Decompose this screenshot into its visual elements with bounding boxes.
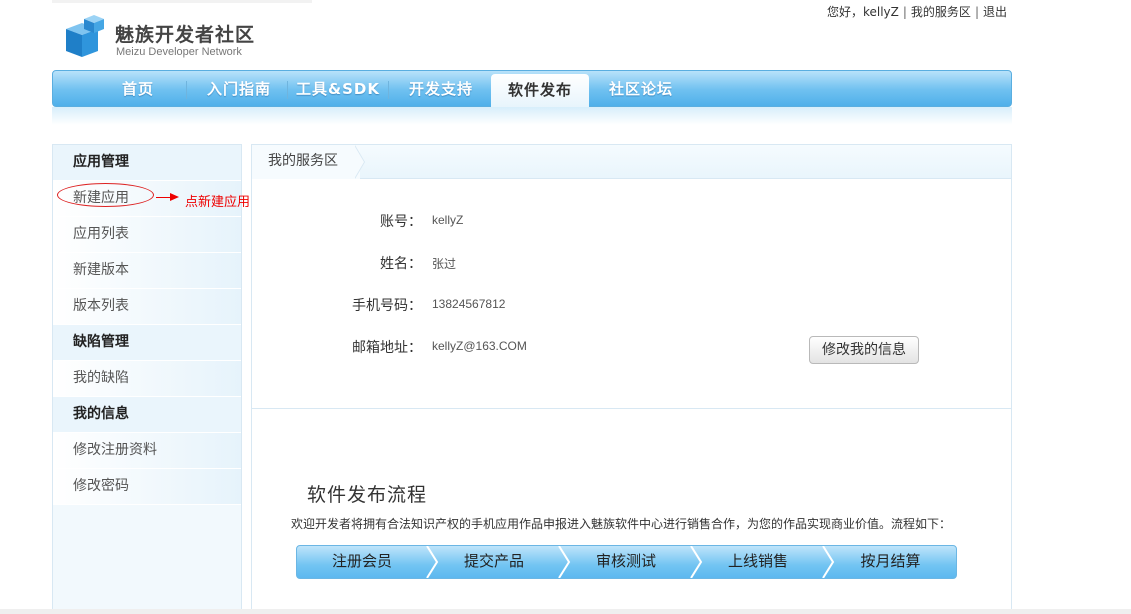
sidebar-item-version-list[interactable]: 版本列表 xyxy=(53,289,241,325)
nav-item-dev-support[interactable]: 开发支持 xyxy=(393,71,489,108)
my-service-link[interactable]: 我的服务区 xyxy=(911,5,971,19)
sidebar-heading-bug-management: 缺陷管理 xyxy=(53,325,241,361)
logo-subtitle: Meizu Developer Network xyxy=(116,46,242,58)
flow-description: 欢迎开发者将拥有合法知识产权的手机应用作品申报进入魅族软件中心进行销售合作，为您… xyxy=(291,517,952,531)
name-value: 张过 xyxy=(432,257,457,271)
annotation-text: 点新建应用 xyxy=(185,195,251,210)
logout-link[interactable]: 退出 xyxy=(983,5,1007,19)
sidebar-item-my-bugs[interactable]: 我的缺陷 xyxy=(53,361,241,397)
sidebar-heading-my-info: 我的信息 xyxy=(53,397,241,433)
account-value: kellyZ xyxy=(432,213,464,227)
email-value: kellyZ@163.COM xyxy=(432,339,527,353)
nav-item-getting-started[interactable]: 入门指南 xyxy=(193,71,285,108)
flow-title: 软件发布流程 xyxy=(307,484,428,506)
nav-item-software-release[interactable]: 软件发布 xyxy=(491,74,589,109)
sidebar-item-edit-profile[interactable]: 修改注册资料 xyxy=(53,433,241,469)
section-divider xyxy=(252,408,1011,409)
flow-step-register: 注册会员 xyxy=(331,552,392,570)
greeting-text: 您好，kellyZ xyxy=(826,5,899,19)
phone-value: 13824567812 xyxy=(432,297,506,311)
flow-step-settlement: 按月结算 xyxy=(860,552,921,570)
logo[interactable]: 魅族开发者社区 Meizu Developer Network xyxy=(52,0,312,66)
email-label: 邮箱地址： xyxy=(352,340,422,356)
meizu-cube-logo-icon xyxy=(66,15,104,57)
nav-divider xyxy=(186,81,187,99)
breadcrumb-arrow-fill xyxy=(354,145,364,179)
nav-divider xyxy=(388,81,389,99)
flow-step-submit: 提交产品 xyxy=(463,552,524,570)
sidebar-heading-app-management: 应用管理 xyxy=(53,145,241,181)
sidebar-item-new-version[interactable]: 新建版本 xyxy=(53,253,241,289)
flow-step-launch: 上线销售 xyxy=(727,552,788,570)
annotation-ellipse xyxy=(57,183,154,207)
nav-item-forum[interactable]: 社区论坛 xyxy=(595,71,687,108)
edit-my-info-button[interactable]: 修改我的信息 xyxy=(809,336,919,364)
nav-item-tools-sdk[interactable]: 工具&SDK xyxy=(291,71,385,108)
nav-shadow xyxy=(52,107,1012,125)
breadcrumb[interactable]: 我的服务区 xyxy=(252,145,360,179)
sidebar-item-change-password[interactable]: 修改密码 xyxy=(53,469,241,505)
phone-label: 手机号码： xyxy=(352,298,422,314)
nav-item-home[interactable]: 首页 xyxy=(93,71,183,108)
main-header: 我的服务区 xyxy=(252,145,1011,179)
logo-title: 魅族开发者社区 xyxy=(115,24,256,46)
flow-step-review: 审核测试 xyxy=(595,552,656,570)
main-nav: 首页 入门指南 工具&SDK 开发支持 软件发布 社区论坛 xyxy=(52,70,1012,109)
sidebar: 应用管理 新建应用 应用列表 新建版本 版本列表 缺陷管理 我的缺陷 我的信息 … xyxy=(52,144,242,614)
name-label: 姓名： xyxy=(380,256,422,272)
account-label: 账号： xyxy=(380,214,422,230)
annotation-arrow-icon xyxy=(170,193,179,201)
top-user-links: 您好，kellyZ | 我的服务区 | 退出 xyxy=(826,5,1007,19)
page-bottom-border xyxy=(0,609,1131,614)
sidebar-item-app-list[interactable]: 应用列表 xyxy=(53,217,241,253)
nav-divider xyxy=(287,81,288,99)
release-flow-bar: 注册会员 提交产品 审核测试 上线销售 按月结算 xyxy=(296,545,957,579)
main-panel: 我的服务区 账号： kellyZ 姓名： 张过 手机号码： 1382456781… xyxy=(251,144,1012,614)
